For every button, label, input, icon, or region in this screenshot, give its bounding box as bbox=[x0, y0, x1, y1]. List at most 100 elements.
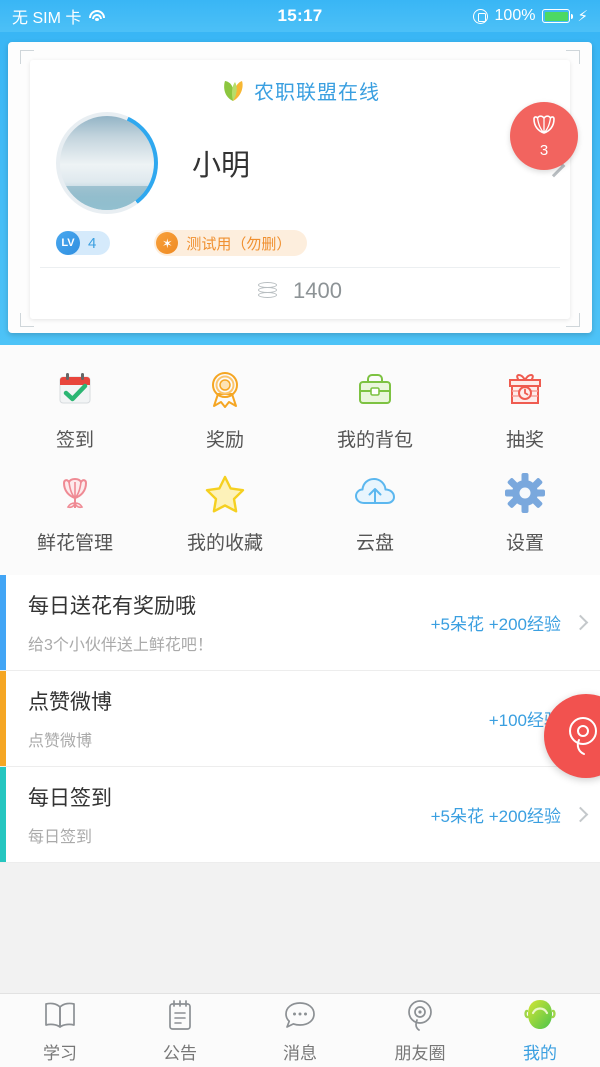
flower-count-badge[interactable]: 3 bbox=[510, 102, 578, 170]
task-title: 每日送花有奖励哦 bbox=[28, 595, 196, 618]
status-bar-right: 100% ⚡ bbox=[472, 7, 588, 25]
task-subtitle: 每日签到 bbox=[28, 829, 93, 846]
quick-actions-row-1: 签到 奖励 我的背包 抽奖 bbox=[0, 355, 600, 458]
grid-label: 鲜花管理 bbox=[36, 533, 113, 554]
cloud-upload-icon bbox=[352, 470, 398, 516]
tab-label: 公告 bbox=[163, 1043, 197, 1063]
grid-item-flower-manage[interactable]: 鲜花管理 bbox=[0, 458, 150, 561]
card-corner-top-right bbox=[566, 50, 580, 64]
task-reward: +5朵花 +200经验 bbox=[430, 615, 561, 634]
card-corner-bottom-right bbox=[566, 313, 580, 327]
tulip-icon bbox=[533, 115, 555, 134]
grid-item-cloud-disk[interactable]: 云盘 bbox=[300, 458, 450, 561]
tab-announcements[interactable]: 公告 bbox=[120, 994, 240, 1067]
star-icon: ✶ bbox=[156, 232, 179, 254]
gear-icon bbox=[502, 470, 548, 516]
flower-count-value: 3 bbox=[539, 142, 549, 159]
tab-profile[interactable]: 我的 bbox=[480, 994, 600, 1067]
calendar-check-icon bbox=[52, 367, 98, 413]
task-text: 每日送花有奖励哦 给3个小伙伴送上鲜花吧！ bbox=[6, 575, 431, 670]
profile-header: 农职联盟在线 小明 LV 4 ✶ 测试用（勿删） 1400 3 bbox=[0, 32, 600, 345]
task-reward: +5朵花 +200经验 bbox=[430, 807, 561, 826]
flower-pin-icon bbox=[569, 717, 597, 755]
task-title: 每日签到 bbox=[28, 787, 112, 810]
status-badge: ✶ 测试用（勿删） bbox=[154, 230, 308, 256]
backpack-icon bbox=[352, 367, 398, 413]
grid-label: 奖励 bbox=[205, 430, 244, 451]
rose-icon bbox=[52, 470, 98, 516]
tab-label: 学习 bbox=[43, 1043, 77, 1063]
bottom-tab-bar: 学习 公告 消息 朋友圈 我的 bbox=[0, 993, 600, 1067]
grid-label: 我的收藏 bbox=[186, 533, 263, 554]
brand-row: 农职联盟在线 bbox=[30, 60, 570, 106]
task-list: 每日送花有奖励哦 给3个小伙伴送上鲜花吧！ +5朵花 +200经验 点赞微博 点… bbox=[0, 575, 600, 1015]
quick-actions-grid: 签到 奖励 我的背包 抽奖 鲜花管理 我的收藏 云盘 设置 bbox=[0, 345, 600, 575]
task-action[interactable]: +5朵花 +200经验 bbox=[431, 575, 600, 670]
app-screen: 无 SIM 卡 15:17 100% ⚡ 农职联盟在线 小明 LV 4 ✶ 测试… bbox=[0, 0, 600, 1067]
grid-item-lottery[interactable]: 抽奖 bbox=[450, 355, 600, 458]
avatar[interactable] bbox=[56, 112, 158, 214]
user-name: 小明 bbox=[192, 150, 251, 182]
quick-actions-row-2: 鲜花管理 我的收藏 云盘 设置 bbox=[0, 458, 600, 561]
level-badge: LV 4 bbox=[56, 231, 111, 255]
coin-value: 1400 bbox=[293, 277, 342, 303]
card-corner-bottom-left bbox=[20, 313, 34, 327]
level-badge-prefix: LV bbox=[56, 231, 80, 255]
badge-row: LV 4 ✶ 测试用（勿删） bbox=[30, 214, 570, 256]
leaf-logo-icon bbox=[224, 81, 243, 101]
level-badge-value: 4 bbox=[88, 234, 97, 252]
task-text: 点赞微博 点赞微博 bbox=[6, 671, 489, 766]
user-avatar-photo bbox=[60, 116, 154, 210]
coin-stack-icon bbox=[258, 282, 278, 299]
task-action[interactable]: +5朵花 +200经验 bbox=[431, 767, 600, 862]
status-bar-left: 无 SIM 卡 bbox=[12, 4, 105, 28]
grid-label: 签到 bbox=[55, 430, 94, 451]
book-icon bbox=[42, 998, 78, 1032]
chevron-right-icon[interactable] bbox=[572, 614, 589, 631]
task-subtitle: 给3个小伙伴送上鲜花吧！ bbox=[28, 637, 213, 654]
chevron-right-icon[interactable] bbox=[572, 806, 589, 823]
tab-label: 消息 bbox=[283, 1043, 317, 1063]
card-corner-top-left bbox=[20, 50, 34, 64]
tab-messages[interactable]: 消息 bbox=[240, 994, 360, 1067]
tab-label: 我的 bbox=[523, 1043, 557, 1063]
task-text: 每日签到 每日签到 bbox=[6, 767, 431, 862]
profile-card: 农职联盟在线 小明 LV 4 ✶ 测试用（勿删） 1400 bbox=[8, 42, 592, 333]
medal-icon bbox=[202, 367, 248, 413]
coin-row[interactable]: 1400 bbox=[40, 267, 560, 313]
grid-item-settings[interactable]: 设置 bbox=[450, 458, 600, 561]
grid-item-favorites[interactable]: 我的收藏 bbox=[150, 458, 300, 561]
charging-icon: ⚡ bbox=[577, 7, 588, 25]
grid-item-rewards[interactable]: 奖励 bbox=[150, 355, 300, 458]
tab-moments[interactable]: 朋友圈 bbox=[360, 994, 480, 1067]
profile-card-inner: 农职联盟在线 小明 LV 4 ✶ 测试用（勿删） 1400 bbox=[30, 60, 570, 319]
wifi-icon bbox=[88, 9, 105, 23]
task-row[interactable]: 点赞微博 点赞微博 +100经验 bbox=[0, 671, 600, 767]
profile-row[interactable]: 小明 bbox=[30, 106, 570, 214]
chat-bubble-icon bbox=[282, 998, 318, 1032]
status-bar: 无 SIM 卡 15:17 100% ⚡ bbox=[0, 0, 600, 32]
task-title: 点赞微博 bbox=[28, 691, 112, 714]
task-row[interactable]: 每日送花有奖励哦 给3个小伙伴送上鲜花吧！ +5朵花 +200经验 bbox=[0, 575, 600, 671]
tab-study[interactable]: 学习 bbox=[0, 994, 120, 1067]
avatar-progress-ring bbox=[56, 112, 158, 214]
battery-percent-label: 100% bbox=[494, 7, 536, 24]
task-row[interactable]: 每日签到 每日签到 +5朵花 +200经验 bbox=[0, 767, 600, 863]
profile-face-icon bbox=[522, 998, 558, 1032]
brand-name: 农职联盟在线 bbox=[254, 81, 380, 104]
grid-item-checkin[interactable]: 签到 bbox=[0, 355, 150, 458]
battery-icon bbox=[542, 9, 574, 23]
status-badge-label: 测试用（勿删） bbox=[186, 235, 292, 253]
grid-label: 我的背包 bbox=[336, 430, 413, 451]
rotation-lock-icon bbox=[472, 8, 488, 24]
clipboard-icon bbox=[162, 998, 198, 1032]
grid-item-backpack[interactable]: 我的背包 bbox=[300, 355, 450, 458]
grid-label: 设置 bbox=[505, 533, 544, 554]
gift-box-icon bbox=[502, 367, 548, 413]
carrier-label: 无 SIM 卡 bbox=[12, 10, 82, 27]
friends-circle-icon bbox=[402, 998, 438, 1032]
task-subtitle: 点赞微博 bbox=[28, 733, 93, 750]
grid-label: 抽奖 bbox=[505, 430, 544, 451]
tab-label: 朋友圈 bbox=[394, 1043, 446, 1063]
grid-label: 云盘 bbox=[355, 533, 394, 554]
